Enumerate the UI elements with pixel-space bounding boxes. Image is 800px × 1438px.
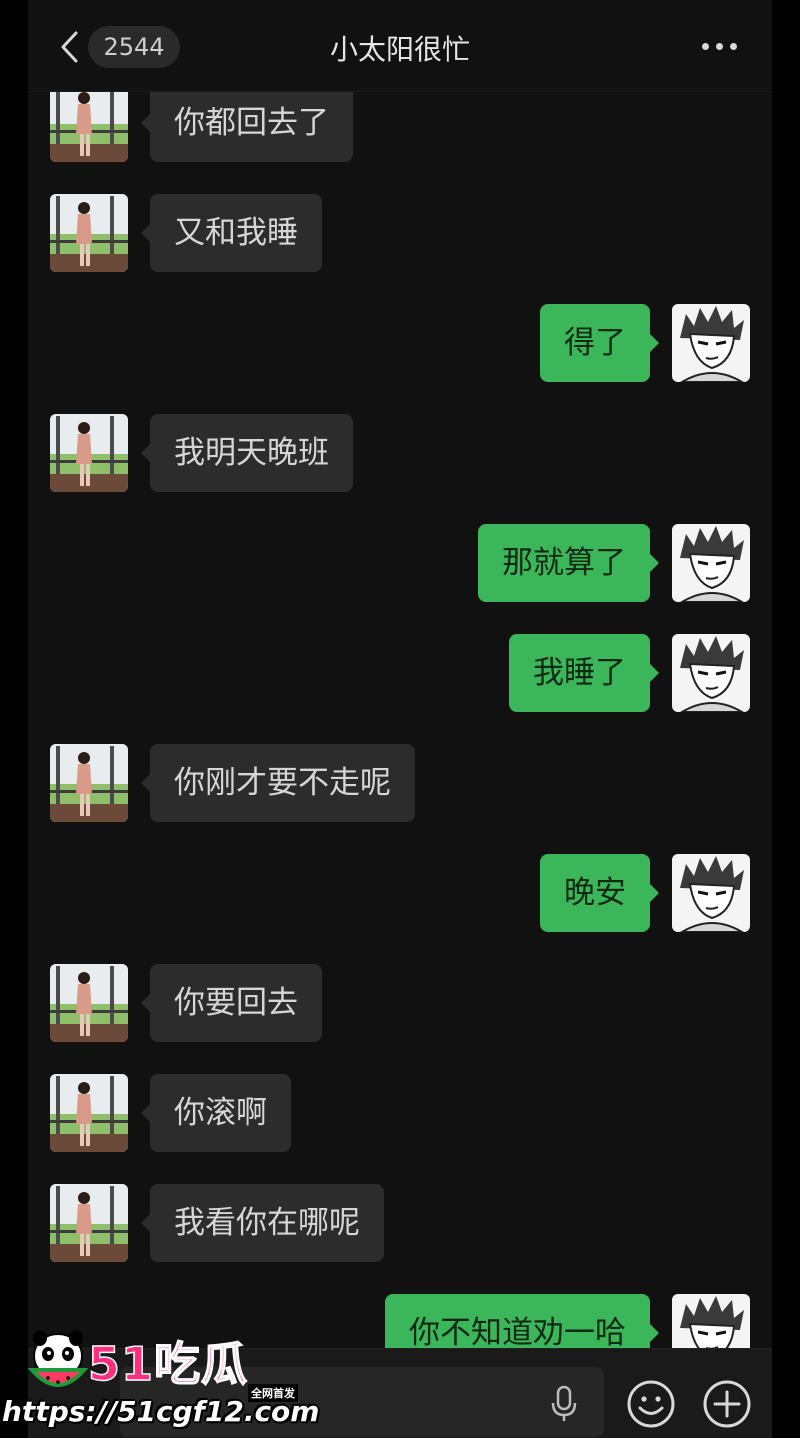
message-bubble[interactable]: 你刚才要不走呢 [141,744,415,822]
message-row: 又和我睡 [28,194,772,274]
emoji-icon[interactable] [626,1379,676,1429]
chat-title: 小太阳很忙 [329,33,470,66]
message-row: 你刚才要不走呢 [28,744,772,824]
message-row: 得了 [28,304,772,384]
message-bubble[interactable]: 得了 [540,304,659,382]
watermelon-mascot-icon [27,1330,89,1387]
site-watermark: 51吃瓜 全网首发 https://51cgf12.com [0,1322,319,1438]
my-avatar[interactable] [672,304,750,382]
message-bubble[interactable]: 我看你在哪呢 [141,1184,384,1262]
watermark-url: https://51cgf12.com [2,1395,320,1428]
my-avatar[interactable] [672,524,750,602]
message-bubble[interactable]: 我明天晚班 [141,414,353,492]
message-row: 你要回去 [28,964,772,1044]
message-row: 我看你在哪呢 [28,1184,772,1264]
contact-avatar[interactable] [50,194,128,272]
message-bubble[interactable]: 晚安 [540,854,659,932]
message-bubble[interactable]: 你都回去了 [141,84,353,162]
contact-avatar[interactable] [50,414,128,492]
message-bubble[interactable]: 我睡了 [509,634,659,712]
message-row: 那就算了 [28,524,772,604]
contact-avatar[interactable] [50,1074,128,1152]
contact-avatar[interactable] [50,964,128,1042]
contact-avatar[interactable] [50,84,128,162]
message-row: 我睡了 [28,634,772,714]
chat-header: 2544 小太阳很忙 [28,0,772,92]
more-dots-icon[interactable] [702,40,738,52]
message-row: 你都回去了 [28,84,772,164]
contact-avatar[interactable] [50,744,128,822]
message-bubble[interactable]: 你要回去 [141,964,322,1042]
message-row: 晚安 [28,854,772,934]
my-avatar[interactable] [672,634,750,712]
message-bubble[interactable]: 又和我睡 [141,194,322,272]
contact-avatar[interactable] [50,1184,128,1262]
my-avatar[interactable] [672,854,750,932]
chat-screen: 你都回去了 又和我睡 得了 我明天晚班 那就算了 我睡了 你刚才要不走呢 晚安 … [28,0,772,1438]
microphone-icon[interactable] [550,1385,578,1423]
message-list[interactable]: 你都回去了 又和我睡 得了 我明天晚班 那就算了 我睡了 你刚才要不走呢 晚安 … [28,0,772,1372]
message-row: 你滚啊 [28,1074,772,1154]
watermark-title: 51吃瓜 [87,1336,249,1392]
message-bubble[interactable]: 那就算了 [478,524,659,602]
message-bubble[interactable]: 你滚啊 [141,1074,291,1152]
message-row: 我明天晚班 [28,414,772,494]
plus-circle-icon[interactable] [702,1379,752,1429]
